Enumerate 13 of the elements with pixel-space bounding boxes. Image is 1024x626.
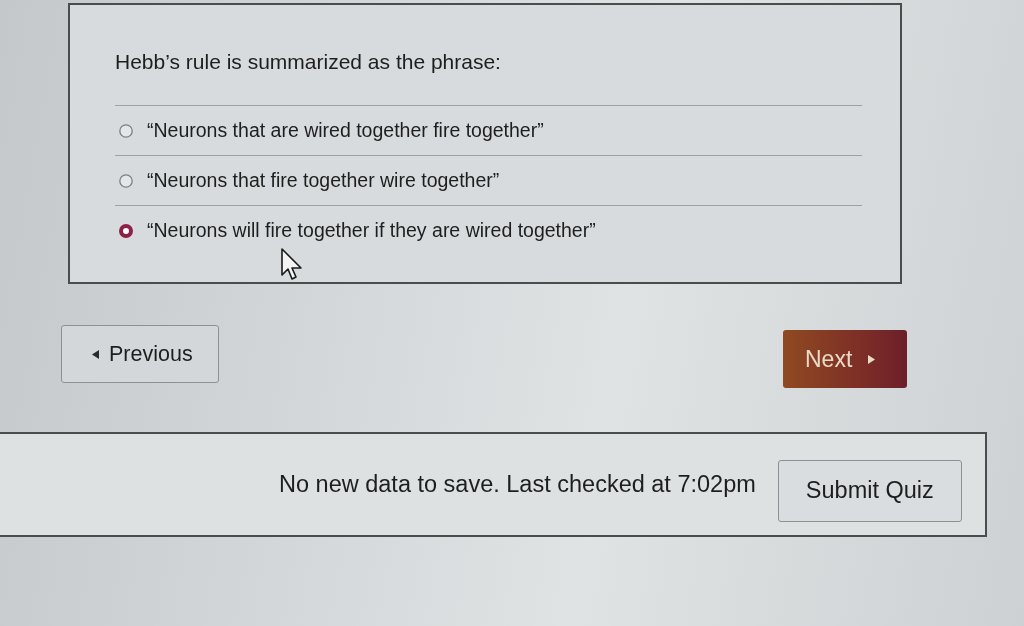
previous-button[interactable]: Previous xyxy=(61,325,219,383)
submit-quiz-button[interactable]: Submit Quiz xyxy=(777,459,962,522)
answer-option-text: “Neurons will fire together if they are wired together” xyxy=(147,219,596,242)
left-triangle-icon xyxy=(92,349,99,359)
radio-button-icon[interactable] xyxy=(119,123,133,138)
answer-option-text: “Neurons that fire together wire together” xyxy=(147,169,500,192)
save-status-text: No new data to save. Last checked at 7:02pm xyxy=(279,471,756,498)
next-button[interactable]: Next xyxy=(783,330,907,388)
right-triangle-icon xyxy=(868,354,876,364)
radio-button-selected-icon[interactable] xyxy=(119,223,133,238)
question-text: Hebb’s rule is summarized as the phrase: xyxy=(115,49,862,106)
answer-option-text: “Neurons that are wired together fire together” xyxy=(147,119,544,142)
radio-button-icon[interactable] xyxy=(119,173,133,188)
